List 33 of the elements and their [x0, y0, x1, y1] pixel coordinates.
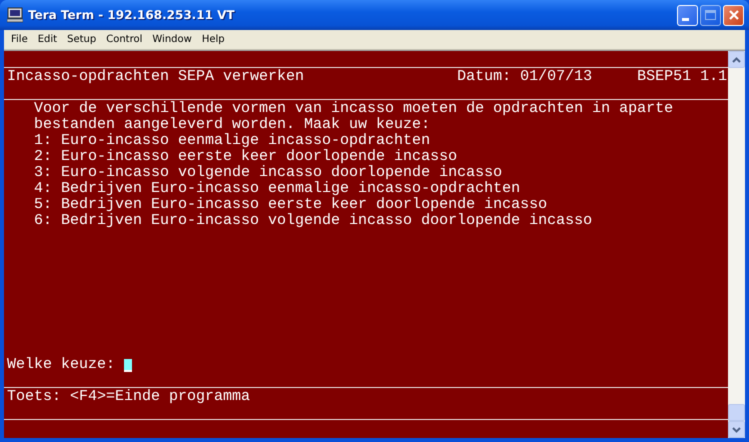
menu-item[interactable]: Setup: [62, 34, 102, 45]
text-line: 5: Bedrijven Euro-incasso eerste keer doorlopende incasso: [34, 196, 548, 213]
scrollbar[interactable]: [728, 51, 745, 438]
window-title: Tera Term - 192.168.253.11 VT: [28, 8, 235, 22]
text-line: 3: Euro-incasso volgende incasso doorlopende incasso: [34, 164, 502, 181]
text-line: bestanden aangeleverd worden. Maak uw keuze:: [34, 116, 430, 133]
screen-title: Incasso-opdrachten SEPA verwerken: [7, 68, 306, 87]
date-label: Datum: 01/07/13: [457, 68, 594, 87]
text-line: 6: Bedrijven Euro-incasso volgende incasso doorlopende incasso: [34, 212, 592, 229]
close-icon: [728, 10, 738, 20]
program-id: BSEP51 1.1: [637, 68, 728, 87]
caret-up-icon: [732, 56, 741, 62]
text-line: 1: Euro-incasso eenmalige incasso-opdrachten: [34, 132, 430, 149]
scroll-thumb[interactable]: [728, 404, 745, 421]
computer-icon: [7, 7, 23, 23]
text-line: 4: Bedrijven Euro-incasso eenmalige incasso-opdrachten: [34, 180, 520, 197]
menu-item[interactable]: Control: [101, 34, 148, 45]
menu-item[interactable]: File: [6, 34, 33, 45]
prompt-label: Welke keuze:: [7, 357, 116, 373]
caret-down-icon: [732, 426, 741, 432]
menu-item[interactable]: Window: [147, 34, 197, 45]
scroll-up-button[interactable]: [728, 51, 745, 68]
menu-item[interactable]: Edit: [32, 34, 62, 45]
minimize-icon: [682, 18, 688, 21]
text-line: 2: Euro-incasso eerste keer doorlopende incasso: [34, 148, 458, 165]
text-cursor: [124, 358, 132, 372]
maximize-icon: [705, 10, 716, 20]
key-hint: Toets: <F4>=Einde programma: [7, 388, 250, 405]
menu-item[interactable]: Help: [196, 34, 230, 45]
minimize-button[interactable]: [677, 4, 698, 26]
scroll-down-button[interactable]: [728, 421, 745, 438]
close-button[interactable]: [723, 4, 744, 26]
text-line: Voor de verschillende vormen van incasso moeten de opdrachten in aparte: [34, 100, 674, 117]
